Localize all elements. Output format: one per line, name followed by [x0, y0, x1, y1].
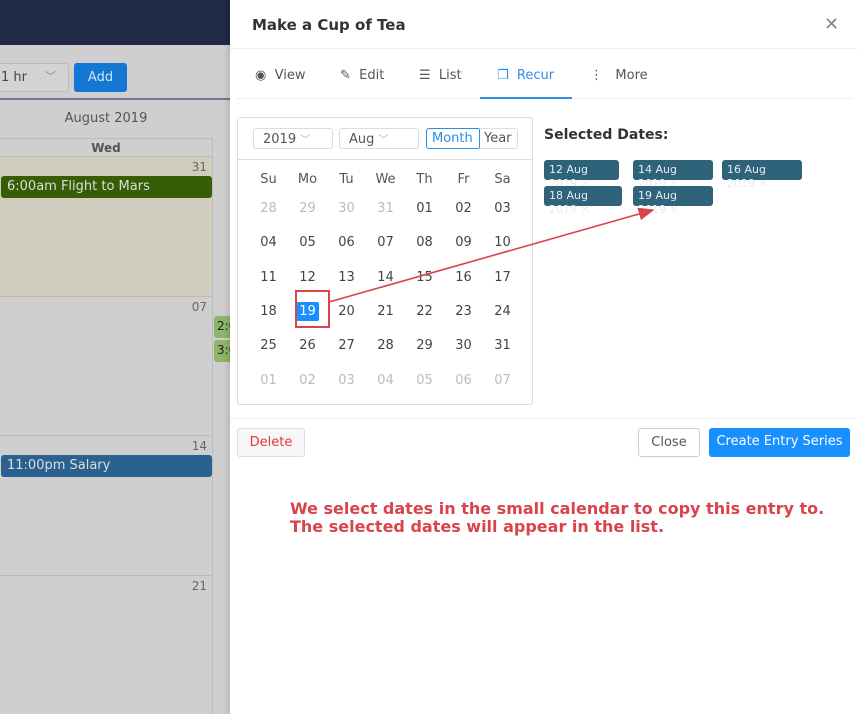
annotation-arrow [328, 207, 655, 303]
